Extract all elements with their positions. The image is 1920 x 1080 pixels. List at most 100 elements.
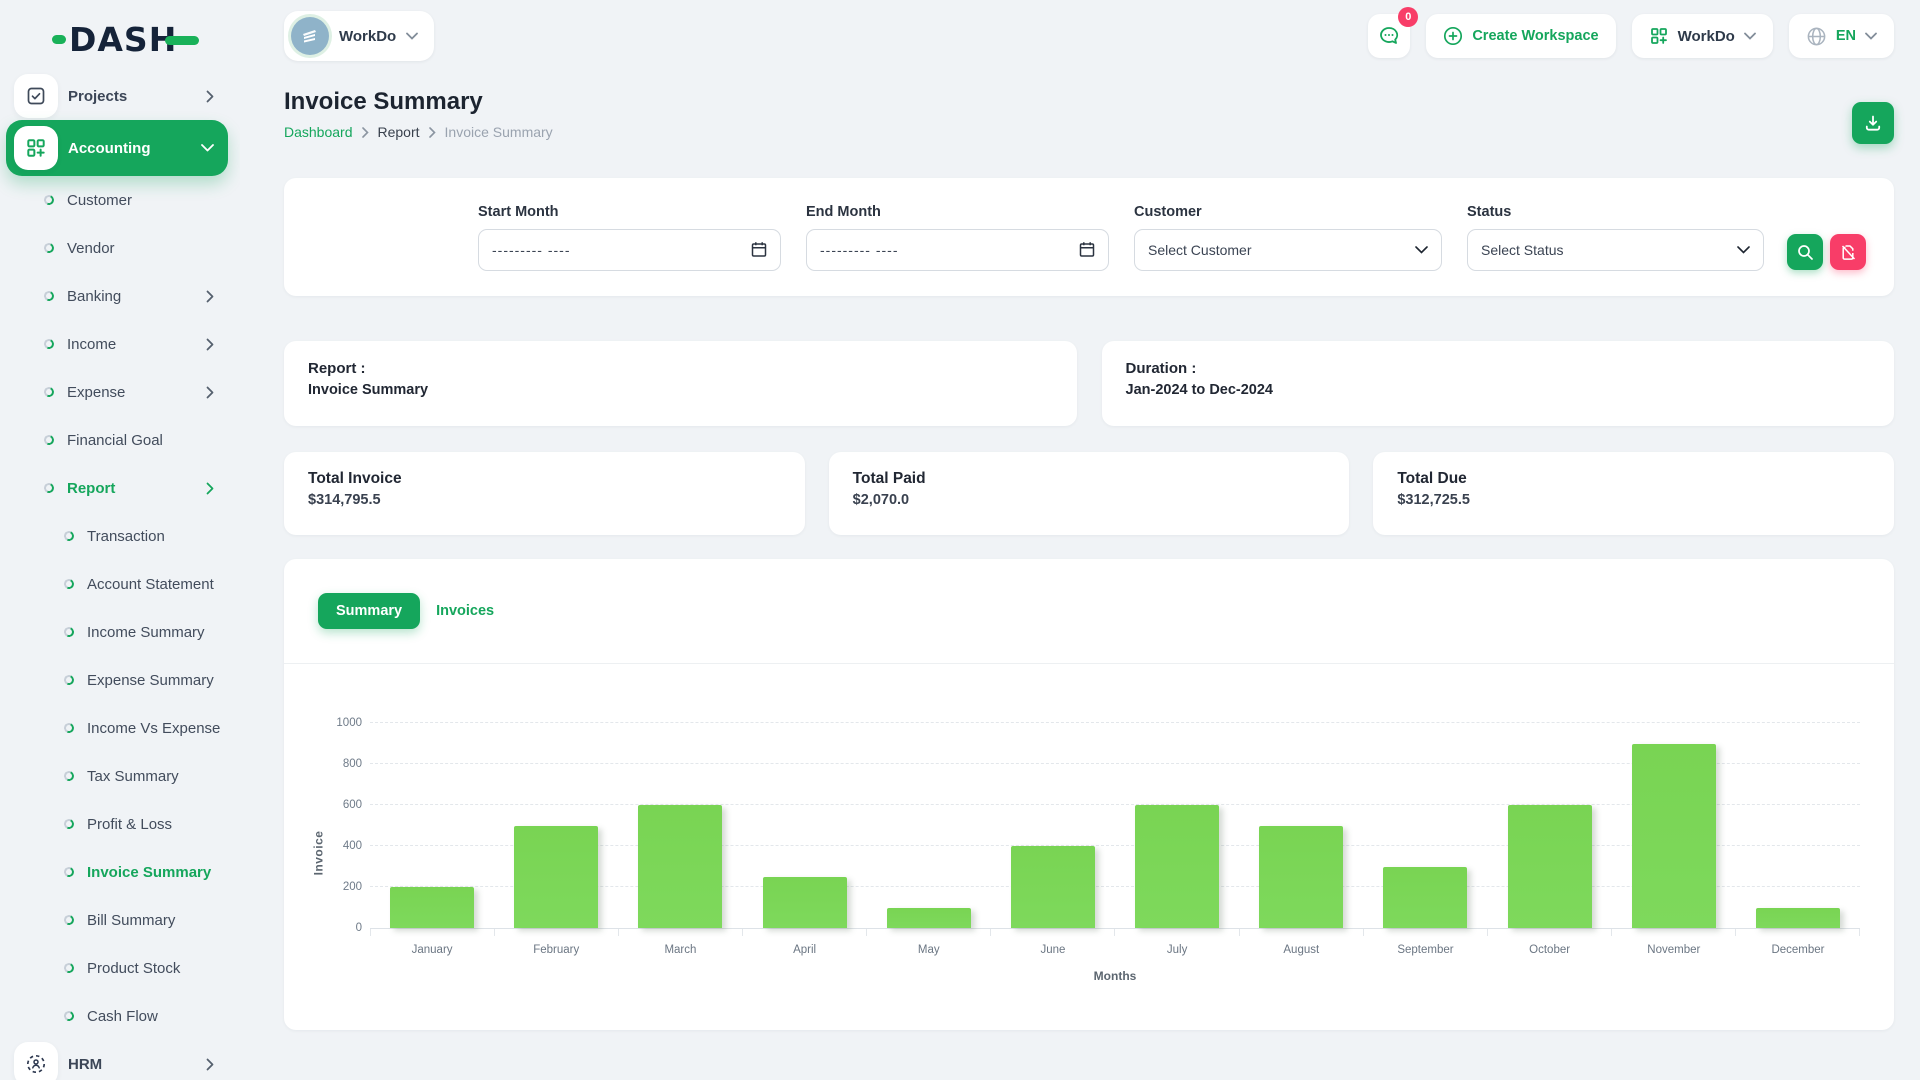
tick: [1735, 929, 1859, 936]
sidebar-item-profit-loss[interactable]: Profit & Loss: [6, 800, 228, 848]
page-title: Invoice Summary: [284, 88, 553, 116]
brand-logo[interactable]: DASH: [0, 14, 240, 64]
start-month-field: Start Month --------- ----: [478, 204, 781, 271]
chart-tabs: Summary Invoices: [284, 559, 1894, 664]
bar-cell-november: [1612, 723, 1736, 928]
sidebar-item-label: HRM: [68, 1056, 206, 1073]
sidebar-item-hrm[interactable]: HRM: [6, 1040, 228, 1080]
sidebar-item-banking[interactable]: Banking: [6, 272, 228, 320]
chevron-down-icon: [406, 32, 418, 40]
sidebar-item-expense[interactable]: Expense: [6, 368, 228, 416]
tick: [494, 929, 618, 936]
messages-button[interactable]: 0: [1368, 14, 1410, 58]
chevron-down-icon: [1865, 32, 1877, 40]
sidebar-item-vendor[interactable]: Vendor: [6, 224, 228, 272]
bar-december[interactable]: [1756, 908, 1840, 929]
bar-july[interactable]: [1135, 805, 1219, 928]
bullet-icon: [43, 482, 56, 495]
customer-select[interactable]: Select Customer: [1134, 229, 1442, 271]
status-select[interactable]: Select Status: [1467, 229, 1764, 271]
workspace-menu-button[interactable]: WorkDo: [1632, 14, 1773, 58]
x-tick-label: August: [1239, 944, 1363, 956]
bar-september[interactable]: [1383, 867, 1467, 929]
chevron-down-icon: [1415, 246, 1428, 254]
reset-filter-button[interactable]: [1830, 234, 1866, 270]
end-month-input[interactable]: --------- ----: [806, 229, 1109, 271]
sidebar-item-accounting[interactable]: Accounting: [6, 120, 228, 176]
chat-icon: [1377, 24, 1401, 48]
chevron-down-icon: [1737, 246, 1750, 254]
bar-october[interactable]: [1508, 805, 1592, 928]
language-selector[interactable]: EN: [1789, 14, 1894, 58]
sidebar-item-financial-goal[interactable]: Financial Goal: [6, 416, 228, 464]
status-selected-value: Select Status: [1481, 242, 1737, 258]
apply-filter-button[interactable]: [1787, 234, 1823, 270]
download-button[interactable]: [1852, 102, 1894, 144]
sidebar-item-label: Bill Summary: [87, 912, 228, 929]
report-label: Report :: [308, 360, 1053, 377]
x-tick-label: November: [1612, 944, 1736, 956]
bar-june[interactable]: [1011, 846, 1095, 928]
dash-logo: DASH: [52, 20, 199, 59]
sidebar-item-label: Transaction: [87, 528, 228, 545]
status-field: Status Select Status: [1467, 204, 1764, 271]
sidebar-item-income[interactable]: Income: [6, 320, 228, 368]
tab-summary[interactable]: Summary: [318, 593, 420, 629]
bar-april[interactable]: [763, 877, 847, 928]
sidebar-item-invoice-summary[interactable]: Invoice Summary: [6, 848, 228, 896]
logo-accent-right: [165, 36, 199, 45]
bar-march[interactable]: [638, 805, 722, 928]
create-workspace-label: Create Workspace: [1472, 28, 1598, 44]
grid-plus-icon: [1649, 26, 1669, 46]
page-header: Invoice Summary Dashboard Report Invoice…: [284, 88, 1894, 144]
x-axis-title: Months: [370, 969, 1860, 983]
start-month-input[interactable]: --------- ----: [478, 229, 781, 271]
bullet-icon: [63, 1010, 76, 1023]
total-due-card: Total Due $312,725.5: [1373, 452, 1894, 535]
breadcrumb: Dashboard Report Invoice Summary: [284, 124, 553, 140]
chevron-right-icon: [206, 90, 214, 103]
checkbox-icon: [14, 74, 58, 118]
sidebar-item-product-stock[interactable]: Product Stock: [6, 944, 228, 992]
chevron-right-icon: [206, 290, 214, 303]
bar-cell-june: [991, 723, 1115, 928]
bar-february[interactable]: [514, 826, 598, 929]
breadcrumb-current: Invoice Summary: [445, 124, 553, 140]
breadcrumb-dashboard[interactable]: Dashboard: [284, 124, 353, 140]
sidebar-item-projects[interactable]: Projects: [6, 72, 228, 120]
total-paid-value: $2,070.0: [853, 492, 1326, 508]
building-icon: [300, 26, 320, 46]
bar-may[interactable]: [887, 908, 971, 929]
create-workspace-button[interactable]: Create Workspace: [1426, 14, 1615, 58]
start-month-placeholder: --------- ----: [492, 242, 751, 258]
x-tick-label: February: [494, 944, 618, 956]
bullet-icon: [63, 866, 76, 879]
sidebar-item-tax-summary[interactable]: Tax Summary: [6, 752, 228, 800]
y-tick-label: 400: [343, 840, 362, 852]
bar-november[interactable]: [1632, 744, 1716, 929]
x-axis-ticks: [370, 929, 1860, 936]
sidebar-item-customer[interactable]: Customer: [6, 176, 228, 224]
tick: [1487, 929, 1611, 936]
tab-invoices[interactable]: Invoices: [432, 593, 498, 629]
sidebar-item-account-statement[interactable]: Account Statement: [6, 560, 228, 608]
breadcrumb-report[interactable]: Report: [378, 124, 420, 140]
x-tick-label: June: [991, 944, 1115, 956]
sidebar-item-bill-summary[interactable]: Bill Summary: [6, 896, 228, 944]
sidebar-item-expense-summary[interactable]: Expense Summary: [6, 656, 228, 704]
bar-august[interactable]: [1259, 826, 1343, 929]
bar-january[interactable]: [390, 887, 474, 928]
sidebar-item-transaction[interactable]: Transaction: [6, 512, 228, 560]
bullet-icon: [63, 674, 76, 687]
sidebar-item-report[interactable]: Report: [6, 464, 228, 512]
workspace-switcher[interactable]: WorkDo: [284, 11, 434, 61]
sidebar-item-cash-flow[interactable]: Cash Flow: [6, 992, 228, 1040]
status-label: Status: [1467, 204, 1764, 220]
bullet-icon: [63, 962, 76, 975]
sidebar-item-label: Product Stock: [87, 960, 228, 977]
tick: [1239, 929, 1363, 936]
sidebar-item-income-vs-expense[interactable]: Income Vs Expense: [6, 704, 228, 752]
sidebar-item-income-summary[interactable]: Income Summary: [6, 608, 228, 656]
end-month-label: End Month: [806, 204, 1109, 220]
chevron-right-icon: [206, 338, 214, 351]
